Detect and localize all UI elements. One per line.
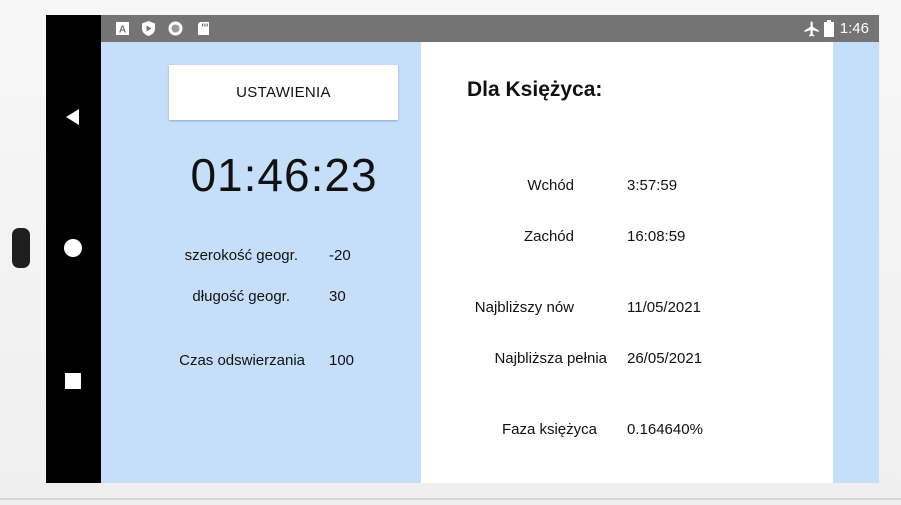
status-time: 1:46 <box>839 20 869 37</box>
moon-title: Dla Księżyca: <box>467 78 603 101</box>
device-side-button[interactable] <box>12 228 30 268</box>
longitude-value[interactable]: 30 <box>329 288 346 305</box>
battery-icon <box>824 20 834 37</box>
navigation-bar <box>46 15 101 483</box>
play-protect-icon <box>141 21 156 36</box>
next-new-moon-value: 11/05/2021 <box>627 299 701 316</box>
device-frame: A 1:46 USTAWIENIA 01:46:23 szerokość geo… <box>0 0 901 505</box>
next-full-moon-label: Najbliższa pełnia <box>494 350 607 367</box>
moonrise-value: 3:57:59 <box>627 177 678 194</box>
refresh-time-value[interactable]: 100 <box>329 352 354 369</box>
next-full-moon-value: 26/05/2021 <box>627 350 703 367</box>
longitude-label: długość geogr. <box>192 288 290 305</box>
app-a-icon: A <box>115 21 130 36</box>
svg-text:A: A <box>119 25 126 36</box>
status-bar: A 1:46 <box>101 15 879 42</box>
moon-phase-label: Faza księżyca <box>501 421 597 438</box>
refresh-time-label: Czas odswierzania <box>179 352 305 369</box>
circle-icon <box>168 21 183 36</box>
moonset-label: Zachód <box>523 228 574 245</box>
moonrise-label: Wchód <box>527 177 574 194</box>
moonset-value: 16:08:59 <box>627 228 686 245</box>
moon-phase-value: 0.164640% <box>627 421 703 438</box>
next-new-moon-label: Najbliższy nów <box>474 299 574 316</box>
moon-info-panel: Dla Księżyca: Wchód 3:57:59 Zachód 16:08… <box>421 42 833 483</box>
latitude-value[interactable]: -20 <box>329 247 351 264</box>
settings-panel: USTAWIENIA 01:46:23 szerokość geogr. -20… <box>101 42 421 483</box>
device-edge <box>0 498 901 500</box>
home-icon[interactable] <box>63 238 83 258</box>
airplane-icon <box>803 20 821 38</box>
clock-display: 01:46:23 <box>190 149 378 201</box>
sd-card-icon <box>196 21 211 36</box>
back-icon[interactable] <box>63 107 83 127</box>
latitude-label: szerokość geogr. <box>184 247 298 264</box>
phone-screen: A 1:46 USTAWIENIA 01:46:23 szerokość geo… <box>46 15 879 483</box>
recent-apps-icon[interactable] <box>63 371 83 391</box>
settings-button[interactable]: USTAWIENIA <box>169 65 398 120</box>
